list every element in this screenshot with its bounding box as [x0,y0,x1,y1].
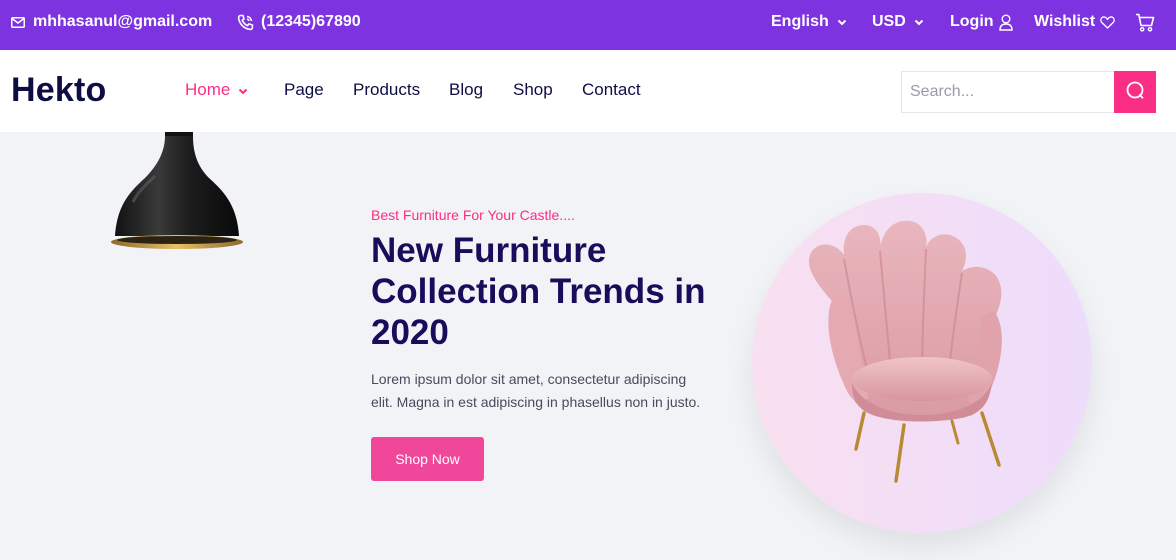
pink-armchair-image [808,220,1002,483]
cart-button[interactable] [1135,0,1155,44]
nav-shop[interactable]: Shop [513,80,553,100]
currency-select[interactable]: USD [872,0,924,44]
search-button[interactable] [1114,71,1156,113]
login-link[interactable]: Login [950,0,1013,44]
search-icon [1125,80,1145,105]
nav-products[interactable]: Products [353,80,420,100]
top-bar: mhhasanul@gmail.com (12345)67890 English… [0,0,1176,50]
nav-home-label: Home [185,80,231,99]
nav-contact[interactable]: Contact [582,80,641,100]
nav-blog[interactable]: Blog [449,80,483,100]
phone-contact[interactable]: (12345)67890 [237,0,361,44]
heart-icon [1100,15,1116,29]
user-icon [998,14,1013,31]
hero-tagline: Best Furniture For Your Castle.... [371,207,575,223]
currency-label: USD [872,13,906,30]
pendant-lamp-image [105,132,249,262]
main-header: Hekto Home Page Products Blog Shop Conta… [0,50,1176,132]
language-label: English [771,13,829,30]
phone-text: (12345)67890 [261,13,361,30]
login-label: Login [950,13,994,30]
phone-icon [237,14,254,31]
cart-icon [1135,13,1155,32]
shop-now-button[interactable]: Shop Now [371,437,484,481]
hero-description: Lorem ipsum dolor sit amet, consectetur … [371,371,701,410]
wishlist-label: Wishlist [1034,13,1096,30]
mail-icon [11,16,25,28]
nav-home[interactable]: Home [185,80,248,100]
language-select[interactable]: English [771,0,847,44]
search-input[interactable] [901,71,1114,113]
email-text: mhhasanul@gmail.com [33,13,213,30]
chevron-down-icon [837,19,847,26]
site-logo[interactable]: Hekto [11,71,106,110]
nav-page[interactable]: Page [284,80,324,100]
chevron-down-icon [914,19,924,26]
hero-headline: New Furniture Collection Trends in 2020 [371,231,706,352]
search-bar [901,71,1156,113]
hero-image-circle [752,193,1092,533]
wishlist-link[interactable]: Wishlist [1034,0,1116,44]
chevron-down-icon [238,80,248,100]
email-contact[interactable]: mhhasanul@gmail.com [11,0,212,44]
